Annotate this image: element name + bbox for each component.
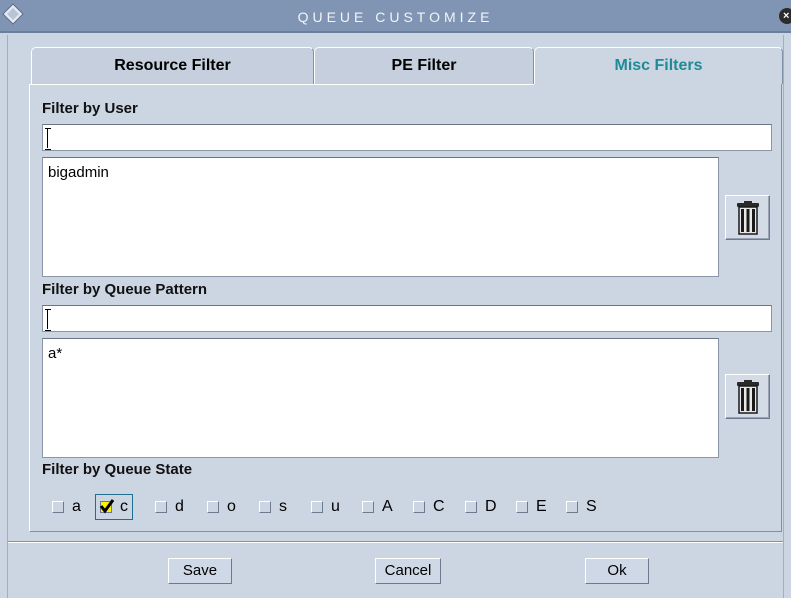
list-item[interactable]: bigadmin — [48, 164, 109, 181]
queue-pattern-list[interactable]: a* — [42, 338, 719, 458]
user-filter-input[interactable] — [42, 124, 772, 151]
state-checkbox-A[interactable]: A — [362, 495, 393, 519]
divider — [8, 542, 783, 543]
state-checkbox-S[interactable]: S — [566, 495, 597, 519]
state-checkbox-a[interactable]: a — [52, 495, 81, 519]
list-item[interactable]: a* — [48, 345, 62, 362]
checkbox[interactable] — [516, 501, 528, 513]
cancel-button[interactable]: Cancel — [375, 558, 441, 584]
checkbox[interactable] — [207, 501, 219, 513]
close-icon[interactable]: × — [779, 8, 791, 24]
title-bar[interactable]: QUEUE CUSTOMIZE × — [0, 0, 791, 33]
text-cursor-icon — [45, 309, 51, 331]
trash-icon — [737, 380, 759, 414]
window-frame-left — [0, 35, 8, 598]
filter-by-queue-state-label: Filter by Queue State — [42, 461, 193, 478]
state-checkbox-E[interactable]: E — [516, 495, 547, 519]
ok-button[interactable]: Ok — [585, 558, 649, 584]
state-checkbox-c[interactable]: c — [95, 494, 133, 520]
window-title: QUEUE CUSTOMIZE — [297, 9, 494, 25]
filter-by-user-label: Filter by User — [42, 100, 138, 117]
delete-user-button[interactable] — [725, 195, 770, 240]
state-checkbox-s[interactable]: s — [259, 495, 287, 519]
checkbox[interactable] — [99, 499, 115, 514]
checkbox[interactable] — [465, 501, 477, 513]
state-checkbox-u[interactable]: u — [311, 495, 340, 519]
save-button[interactable]: Save — [168, 558, 232, 584]
checkmark-icon — [99, 499, 115, 514]
tab-misc-filters[interactable]: Misc Filters — [534, 47, 783, 84]
queue-pattern-input[interactable] — [42, 305, 772, 332]
state-checkbox-C[interactable]: C — [413, 495, 445, 519]
user-filter-list[interactable]: bigadmin — [42, 157, 719, 277]
checkbox[interactable] — [259, 501, 271, 513]
checkbox[interactable] — [155, 501, 167, 513]
checkbox[interactable] — [52, 501, 64, 513]
checkbox[interactable] — [413, 501, 425, 513]
delete-queue-pattern-button[interactable] — [725, 374, 770, 419]
checkbox[interactable] — [362, 501, 374, 513]
state-checkbox-d[interactable]: d — [155, 495, 184, 519]
state-checkbox-D[interactable]: D — [465, 495, 497, 519]
checkbox[interactable] — [566, 501, 578, 513]
window-frame-right — [783, 35, 791, 598]
text-cursor-icon — [45, 128, 51, 150]
checkbox[interactable] — [311, 501, 323, 513]
state-checkbox-o[interactable]: o — [207, 495, 236, 519]
tab-pe-filter[interactable]: PE Filter — [314, 47, 534, 84]
tab-resource-filter[interactable]: Resource Filter — [31, 47, 314, 84]
filter-by-queue-pattern-label: Filter by Queue Pattern — [42, 281, 208, 298]
trash-icon — [737, 201, 759, 235]
